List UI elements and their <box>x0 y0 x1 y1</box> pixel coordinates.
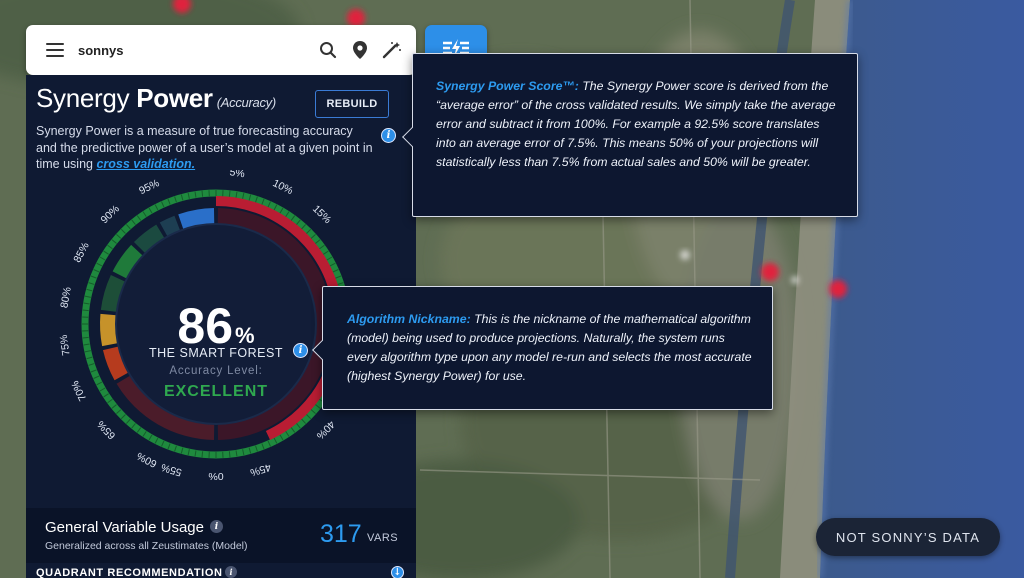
title-bold: Power <box>136 83 213 113</box>
gauge-minor-tick <box>228 190 231 197</box>
gauge-tick-label: 95% <box>137 177 161 197</box>
panel-title: Synergy Power (Accuracy) <box>36 83 276 114</box>
quadrant-recommendation-bar[interactable]: QUADRANT RECOMMENDATION i ↓ <box>26 563 416 578</box>
gauge-minor-tick <box>82 336 89 339</box>
gauge-tick-label: 65% <box>95 418 118 441</box>
synergy-score-tooltip: Synergy Power Score™: The Synergy Power … <box>402 53 858 217</box>
gauge-tick-label: 90% <box>99 203 122 226</box>
variable-usage-subtitle: Generalized across all Zeustimates (Mode… <box>45 540 248 552</box>
gauge-minor-tick <box>201 451 204 458</box>
gauge-tick-label: 60% <box>135 450 159 470</box>
info-icon[interactable]: i <box>293 343 308 358</box>
gauge-tick-label: 80% <box>58 286 73 309</box>
algorithm-nickname: THE SMART FOREST <box>149 346 283 360</box>
cross-validation-link[interactable]: cross validation. <box>96 157 195 171</box>
title-sub: (Accuracy) <box>216 95 276 110</box>
info-icon[interactable]: i <box>225 566 237 578</box>
accuracy-level-label: Accuracy Level: <box>169 365 263 377</box>
gauge-tick-label: 55% <box>160 461 184 479</box>
gauge-minor-tick <box>228 451 231 458</box>
description-text: Synergy Power is a measure of true forec… <box>36 124 373 171</box>
gauge-tick-label: 85% <box>71 240 91 264</box>
magic-wand-icon[interactable] <box>382 40 402 60</box>
gauge-tick-label: 45% <box>249 461 273 479</box>
rebuild-button[interactable]: REBUILD <box>315 90 389 118</box>
search-bar <box>26 25 416 75</box>
quadrant-title: QUADRANT RECOMMENDATION <box>36 567 223 578</box>
gauge-tick-label: 15% <box>310 203 333 226</box>
tooltip-heading: Algorithm Nickname: <box>347 312 471 326</box>
variable-usage-title-text: General Variable Usage <box>45 519 204 536</box>
algorithm-nickname-tooltip: Algorithm Nickname: This is the nickname… <box>312 286 773 410</box>
map-pin-icon[interactable] <box>350 40 370 60</box>
info-icon[interactable]: i <box>210 520 223 533</box>
not-sonnys-data-badge: NOT SONNY’S DATA <box>816 518 1000 556</box>
gauge-tick-label: 75% <box>58 334 73 356</box>
download-icon[interactable]: ↓ <box>391 566 404 578</box>
gauge-tick-label: 10% <box>271 177 295 197</box>
search-input[interactable] <box>78 42 298 58</box>
variable-usage-bar: General Variable Usage i Generalized acr… <box>26 508 416 563</box>
gauge-tick-label: 40% <box>314 418 337 441</box>
title-light: Synergy <box>36 83 137 113</box>
search-tools <box>318 40 402 60</box>
info-icon[interactable]: i <box>381 128 396 143</box>
panel-description: Synergy Power is a measure of true forec… <box>36 123 376 173</box>
variable-count: 317 <box>320 520 362 548</box>
variable-usage-title: General Variable Usage <box>45 519 204 536</box>
search-icon[interactable] <box>318 40 338 60</box>
score-unit: % <box>235 323 255 348</box>
gauge-tick-label: 5% <box>229 170 246 180</box>
gauge-tick-label: 70% <box>69 379 89 403</box>
accuracy-level-value: EXCELLENT <box>163 383 269 400</box>
variable-unit: VARS <box>367 532 399 544</box>
gauge-minor-tick <box>201 190 204 197</box>
gauge-minor-tick <box>82 309 89 312</box>
tooltip-heading: Synergy Power Score™: <box>436 79 579 93</box>
gauge-tick-label: 0% <box>208 470 223 482</box>
menu-icon[interactable] <box>46 43 64 57</box>
